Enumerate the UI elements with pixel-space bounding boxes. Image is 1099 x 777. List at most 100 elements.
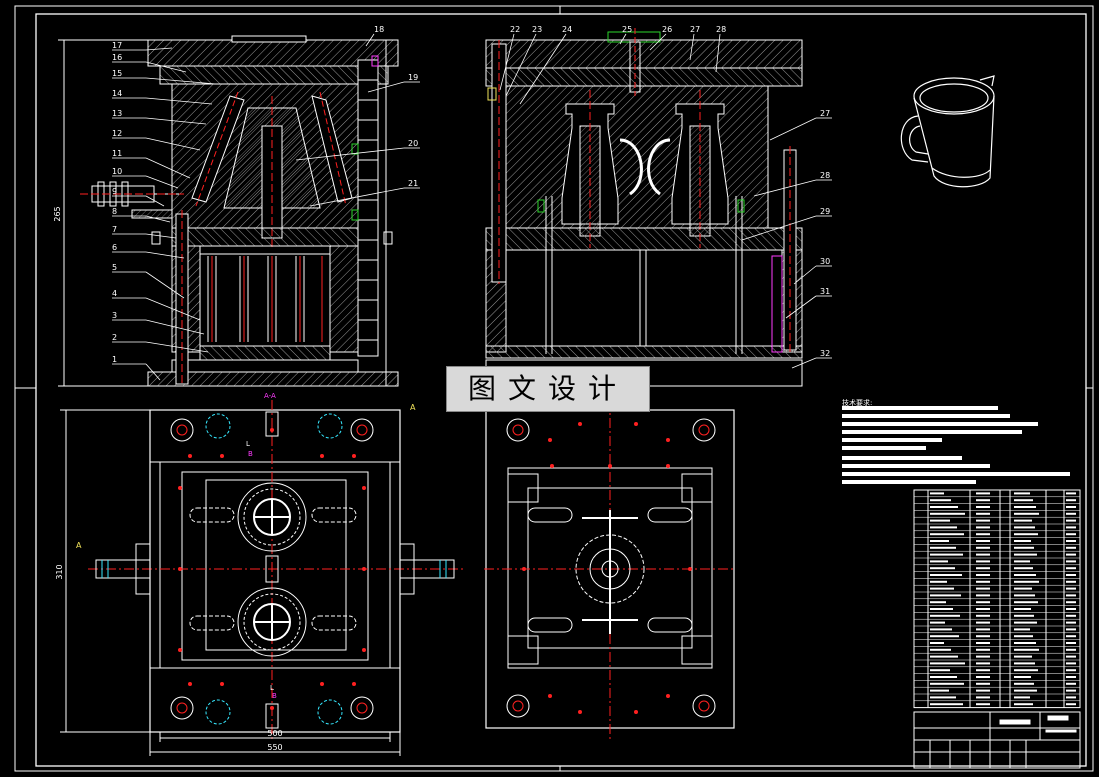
plan-width-outer-label: 550: [267, 743, 282, 752]
callout-number: 31: [820, 287, 830, 296]
callout-number: 5: [112, 263, 117, 272]
callout-number: 7: [112, 225, 117, 234]
callout-number: 32: [820, 349, 830, 358]
callout-number: 16: [112, 53, 122, 62]
parts-list-cell-mark: [1066, 580, 1076, 583]
parts-list-cell-mark: [1014, 567, 1033, 570]
parts-list-cell-mark: [976, 628, 990, 631]
callout-number: 27: [690, 25, 700, 34]
parts-list-cell-mark: [976, 519, 990, 522]
technical-notes-title: 技术要求:: [842, 399, 873, 407]
section-mark-a-top: A: [410, 403, 416, 412]
parts-list-cell-mark: [976, 567, 990, 570]
parts-list-cell-mark: [1014, 580, 1039, 583]
plan-width-inner-label: 500: [267, 729, 282, 738]
parts-list-cell-mark: [930, 519, 950, 522]
parts-list-cell-mark: [1014, 506, 1036, 508]
parts-list-cell-mark: [930, 533, 964, 536]
parts-list-cell-mark: [930, 601, 946, 604]
parts-list-cell-mark: [1066, 621, 1076, 624]
parts-list-cell-mark: [1014, 574, 1036, 576]
section-mark-b-bottom: B: [272, 692, 277, 700]
parts-list-cell-mark: [1066, 662, 1076, 665]
parts-list-cell-mark: [1066, 587, 1076, 590]
parts-list-cell-mark: [1066, 492, 1076, 495]
parts-list-cell-mark: [1014, 676, 1031, 678]
parts-list-cell-mark: [1014, 635, 1033, 638]
cup-isometric-view: [900, 75, 995, 188]
parts-list-cell-mark: [930, 648, 951, 651]
parts-list-cell-mark: [930, 567, 955, 570]
parts-list-cell-mark: [1066, 635, 1076, 638]
callout-number: 30: [820, 257, 830, 266]
parts-list-cell-mark: [1066, 506, 1076, 508]
parts-list-cell-mark: [976, 703, 990, 706]
parts-list-cell-mark: [1066, 512, 1076, 515]
parts-list-cell-mark: [1014, 608, 1031, 610]
parts-list-cell-mark: [976, 553, 990, 556]
parts-list-cell-mark: [1066, 689, 1076, 692]
callout-number: 28: [716, 25, 726, 34]
callout-number: 24: [562, 25, 572, 34]
parts-list-cell-mark: [930, 635, 959, 638]
callout-number: 11: [112, 149, 122, 158]
parts-list-cell-mark: [976, 526, 990, 529]
section-mark-a-left: A: [76, 541, 82, 550]
plan-view-right: [484, 400, 736, 740]
callout-leader: [769, 117, 817, 141]
parts-list-cell-mark: [930, 703, 963, 706]
parts-list-cell-mark: [976, 512, 990, 515]
parts-list-cell-mark: [1066, 594, 1076, 597]
parts-list-cell-mark: [1014, 546, 1034, 549]
parts-list-cell-mark: [1066, 553, 1076, 556]
parts-list-cell-mark: [930, 499, 951, 502]
parts-list-cell-mark: [976, 601, 990, 604]
parts-list-cell-mark: [976, 594, 990, 597]
parts-list-cell-mark: [930, 553, 963, 556]
parts-list-cell-mark: [1066, 526, 1076, 529]
parts-list-cell-mark: [1014, 669, 1038, 672]
parts-list-cell-mark: [1014, 587, 1032, 590]
parts-list-cell-mark: [1014, 689, 1037, 692]
parts-list-cell-mark: [1066, 519, 1076, 522]
callout-number: 25: [622, 25, 632, 34]
callout-number: 6: [112, 243, 117, 252]
parts-list-cell-mark: [1014, 614, 1034, 617]
callout-number: 3: [112, 311, 117, 320]
parts-list-cell-mark: [976, 635, 990, 638]
parts-list-cell-mark: [1066, 608, 1076, 610]
section-mark-l-top: L: [246, 440, 250, 448]
parts-list-cell-mark: [976, 621, 990, 624]
parts-list-cell-mark: [1014, 628, 1030, 631]
parts-list-cell-mark: [1014, 492, 1030, 495]
technical-notes: [842, 406, 1070, 484]
parts-list-cell-mark: [1014, 553, 1037, 556]
callout-number: 9: [112, 187, 117, 196]
parts-list-cell-mark: [1066, 499, 1076, 502]
callout-number: 18: [374, 25, 384, 34]
callout-number: 22: [510, 25, 520, 34]
callout-number: 1: [112, 355, 117, 364]
section-mark-b-top: B: [248, 450, 253, 458]
parts-list-cell-mark: [1014, 642, 1036, 644]
parts-list-cell-mark: [1014, 519, 1032, 522]
parts-list-table: [913, 489, 1081, 709]
callout-leader: [145, 195, 165, 207]
parts-list-cell-mark: [976, 540, 990, 542]
callout-number: 14: [112, 89, 122, 98]
parts-list-cell-mark: [1066, 676, 1076, 678]
parts-list-cell-mark: [976, 499, 990, 502]
parts-list-cell-mark: [976, 506, 990, 508]
parts-list-cell-mark: [1014, 601, 1038, 604]
callout-number: 8: [112, 207, 117, 216]
parts-list-cell-mark: [1066, 574, 1076, 576]
parts-list-cell-mark: [930, 546, 956, 549]
parts-list-cell-mark: [1066, 546, 1076, 549]
parts-list-cell-mark: [930, 506, 958, 508]
parts-list-cell-mark: [1066, 648, 1076, 651]
parts-list-cell-mark: [1066, 567, 1076, 570]
parts-list-cell-mark: [930, 682, 964, 685]
parts-list-cell-mark: [1014, 594, 1035, 597]
parts-list-cell-mark: [930, 580, 947, 583]
parts-list-cell-mark: [930, 587, 954, 590]
